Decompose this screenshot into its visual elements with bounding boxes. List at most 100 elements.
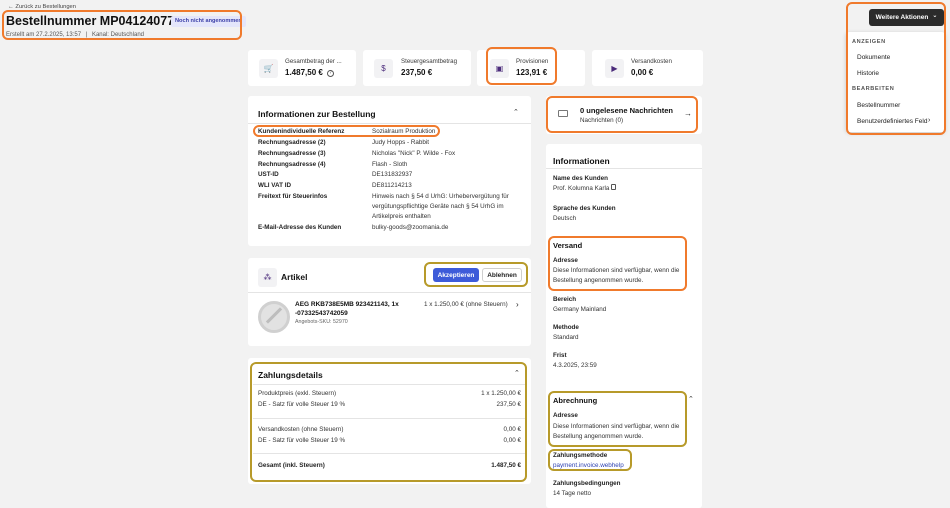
payment-row-value: 0,00 € xyxy=(503,437,521,444)
info-row-label: UST-ID xyxy=(258,171,279,178)
method-label: Methode xyxy=(553,324,579,331)
articles-title: Artikel xyxy=(281,272,308,282)
stat-total-value-row: 1.487,50 € ? xyxy=(285,68,334,77)
commission-icon: ▣ xyxy=(490,59,509,78)
articles-icon: ⁂ xyxy=(258,268,277,287)
menu-section-show: ANZEIGEN xyxy=(852,39,886,45)
stat-total-label: Gesamtbetrag der ... xyxy=(285,58,342,65)
payment-row-value: 0,00 € xyxy=(503,426,521,433)
billing-address-label: Adresse xyxy=(553,412,578,419)
billing-address-line1: Diese Informationen sind verfügbar, wenn… xyxy=(553,423,680,430)
arrow-right-icon[interactable]: → xyxy=(684,109,692,118)
customer-name-value: Prof. Kolumna Karla xyxy=(553,185,610,192)
mail-icon xyxy=(558,110,568,117)
info-row-label: WLI VAT ID xyxy=(258,182,291,189)
area-label: Bereich xyxy=(553,296,577,303)
stat-tax-value: 237,50 € xyxy=(401,68,433,77)
menu-item-documents[interactable]: Dokumente xyxy=(857,54,890,61)
billing-address-line2: Bestellung angenommen wurde. xyxy=(553,433,644,440)
payment-row-value: 1 x 1.250,00 € xyxy=(481,390,521,397)
payment-row-label: DE - Satz für volle Steuer 19 % xyxy=(258,437,346,444)
status-badge: Noch nicht angenommen xyxy=(171,16,246,27)
info-row-value: Hinweis nach § 54 d UrhG: Urhebervergütu… xyxy=(372,193,509,200)
info-row-label: Rechnungsadresse (4) xyxy=(258,161,326,168)
info-row-label: Freitext für Steuerinfos xyxy=(258,193,328,200)
info-icon[interactable]: ? xyxy=(326,69,334,77)
payment-divider xyxy=(253,453,525,454)
messages-title: 0 ungelesene Nachrichten xyxy=(580,106,673,115)
info-row-value: DE811214213 xyxy=(372,182,412,189)
terms-value: 14 Tage netto xyxy=(553,490,592,497)
chevron-right-icon: › xyxy=(928,117,931,124)
info-row-value: Judy Hopps - Rabbit xyxy=(372,139,430,146)
back-link[interactable]: ← Zurück zu Bestellungen xyxy=(8,4,76,10)
created-date: Erstellt am 27.2.2025, 13:57 xyxy=(6,32,82,38)
copy-icon[interactable] xyxy=(611,184,616,190)
customer-name-label: Name des Kunden xyxy=(553,175,608,182)
order-info-title: Informationen zur Bestellung xyxy=(258,109,376,119)
order-info-divider xyxy=(248,123,531,124)
stat-shipping-label: Versandkosten xyxy=(631,58,672,65)
reject-button[interactable]: Ablehnen xyxy=(482,268,522,282)
menu-item-history[interactable]: Historie xyxy=(857,70,879,77)
product-name-line1[interactable]: AEG RKB738E5MB 923421143, 1x xyxy=(295,301,399,308)
menu-section-edit: BEARBEITEN xyxy=(852,86,895,92)
terms-label: Zahlungsbedingungen xyxy=(553,480,621,487)
info-row-value: Sozialraum Produktion xyxy=(372,128,436,135)
no-image-icon xyxy=(265,307,283,324)
method-value: Standard xyxy=(553,334,579,341)
messages-subtitle: Nachrichten (0) xyxy=(580,117,624,124)
info-divider xyxy=(546,168,702,169)
shipping-title: Versand xyxy=(553,241,583,250)
info-row-value: bulky-goods@zoomania.de xyxy=(372,224,449,231)
info-row-value: vergütungspflichtige Geräte nach § 54 Ur… xyxy=(372,203,504,210)
info-row-value: Artikelpreis enthalten xyxy=(372,213,431,220)
stat-commission-label: Provisionen xyxy=(516,58,549,65)
more-actions-label: Weitere Aktionen xyxy=(875,14,929,21)
truck-icon: ▶ xyxy=(605,59,624,78)
payment-divider xyxy=(253,418,525,419)
meta-separator: | xyxy=(85,32,88,38)
chevron-down-icon: ⌄ xyxy=(932,13,938,19)
language-label: Sprache des Kunden xyxy=(553,205,616,212)
info-row-value: DE131832937 xyxy=(372,171,413,178)
collapse-icon[interactable]: ⌃ xyxy=(514,369,520,377)
menu-item-order-number[interactable]: Bestellnummer xyxy=(857,102,900,109)
accept-button[interactable]: Akzeptieren xyxy=(433,268,479,282)
stat-total-value: 1.487,50 € xyxy=(285,68,323,77)
product-image-placeholder xyxy=(258,301,290,333)
collapse-icon[interactable]: ⌃ xyxy=(688,395,694,403)
payment-method-label: Zahlungsmethode xyxy=(553,452,608,459)
payment-method-value: payment.invoice.webhelp xyxy=(553,462,624,469)
more-actions-button[interactable]: Weitere Aktionen ⌄ xyxy=(869,9,944,26)
shipping-address-line2: Bestellung angenommen wurde. xyxy=(553,277,644,284)
cart-icon: 🛒 xyxy=(259,59,278,78)
payment-total-label: Gesamt (inkl. Steuern) xyxy=(258,462,325,469)
stat-commission-value: 123,91 € xyxy=(516,68,548,77)
info-row-label: E-Mail-Adresse des Kunden xyxy=(258,224,342,231)
order-meta: Erstellt am 27.2.2025, 13:57 | Kanal: De… xyxy=(6,32,144,38)
product-sku: Angebots-SKU: 52970 xyxy=(295,319,348,325)
chevron-right-icon[interactable]: › xyxy=(516,300,519,309)
info-row-value: Nicholas "Nick" P. Wilde - Fox xyxy=(372,150,456,157)
channel: Kanal: Deutschland xyxy=(91,32,144,38)
payment-row-value: 237,50 € xyxy=(496,401,521,408)
billing-title: Abrechnung xyxy=(553,396,598,405)
payment-total-value: 1.487,50 € xyxy=(491,462,521,469)
payment-row-label: Versandkosten (ohne Steuern) xyxy=(258,426,344,433)
stat-shipping-value: 0,00 € xyxy=(631,68,654,77)
deadline-value: 4.3.2025, 23:59 xyxy=(553,362,597,369)
info-row-value: Flash - Sloth xyxy=(372,161,408,168)
info-title: Informationen xyxy=(553,156,610,166)
collapse-icon[interactable]: ⌃ xyxy=(513,108,519,116)
shipping-address-line1: Diese Informationen sind verfügbar, wenn… xyxy=(553,267,680,274)
messages-card[interactable] xyxy=(546,96,702,134)
product-qty-price: 1 x 1.250,00 € (ohne Steuern) xyxy=(424,301,508,308)
area-value: Germany Mainland xyxy=(553,306,607,313)
stat-tax-label: Steuergesamtbetrag xyxy=(401,58,458,65)
tax-icon: $ xyxy=(374,59,393,78)
menu-item-custom-field[interactable]: Benutzerdefiniertes Feld xyxy=(857,118,927,125)
payment-row-label: DE - Satz für volle Steuer 19 % xyxy=(258,401,346,408)
payment-row-label: Produktpreis (exkl. Steuern) xyxy=(258,390,337,397)
product-name-line2[interactable]: -07332543742059 xyxy=(295,310,348,317)
